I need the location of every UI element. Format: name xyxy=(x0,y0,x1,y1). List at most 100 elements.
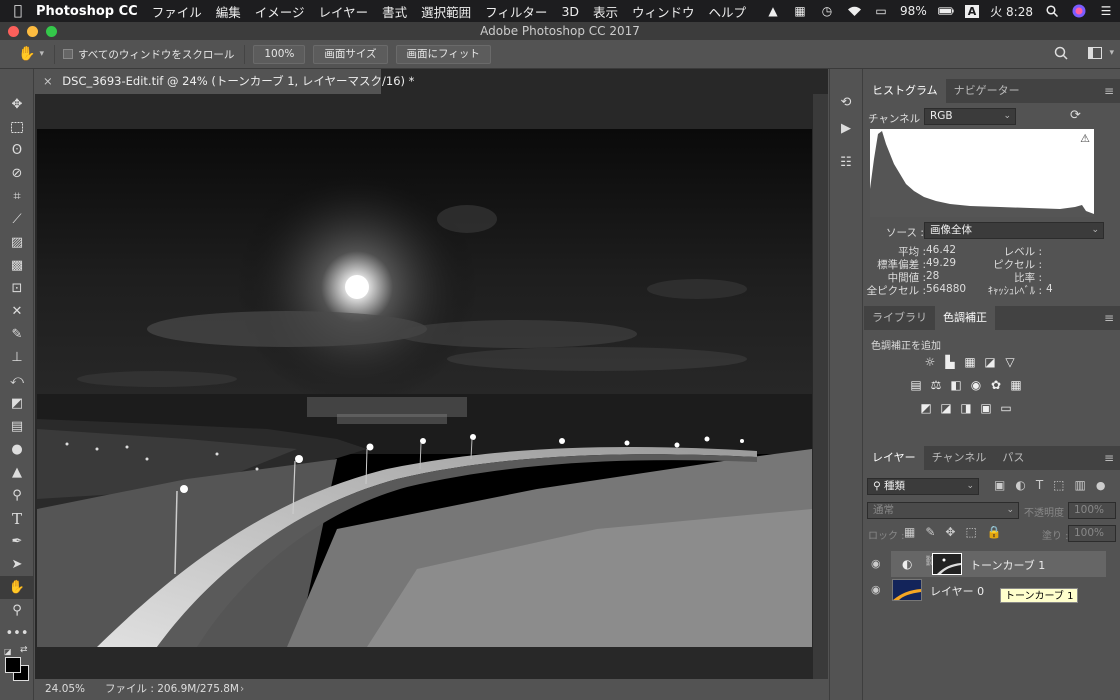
gradient-map-icon[interactable]: ▭ xyxy=(998,400,1014,416)
layer-thumbnail[interactable] xyxy=(892,579,922,601)
crop-tool-icon[interactable]: ⌗ xyxy=(0,185,34,208)
zoom-tool-icon[interactable]: ⚲ xyxy=(0,599,34,622)
zoom-level[interactable]: 24.05% xyxy=(45,679,85,700)
threshold-icon[interactable]: ◨ xyxy=(958,400,974,416)
scroll-all-windows-checkbox[interactable] xyxy=(62,49,73,59)
layer-row[interactable]: ◉ レイヤー 0 xyxy=(864,577,1120,603)
eye-visibility-icon[interactable]: ◉ xyxy=(871,583,881,596)
patch-tool-icon[interactable]: ▩ xyxy=(0,254,34,277)
hand-tool-icon[interactable]: ✋ xyxy=(0,576,34,599)
time-machine-icon[interactable]: ◷ xyxy=(819,4,835,18)
filter-smart-object-icon[interactable]: ▥ xyxy=(1075,478,1086,492)
menu-select[interactable]: 選択範囲 xyxy=(421,2,471,21)
path-selection-tool-icon[interactable]: ➤ xyxy=(0,553,34,576)
panel-menu-icon[interactable]: ≡ xyxy=(1104,311,1114,325)
wifi-icon[interactable] xyxy=(846,4,862,18)
close-document-icon[interactable]: × xyxy=(43,74,53,88)
chevron-down-icon[interactable]: ▾ xyxy=(39,49,44,59)
clone-stamp-tool-icon[interactable]: ⊥ xyxy=(0,346,34,369)
lock-all-icon[interactable]: 🔒 xyxy=(987,525,1002,539)
status-menu-arrow[interactable]: › xyxy=(240,679,244,700)
dodge-tool-icon[interactable]: ⚲ xyxy=(0,484,34,507)
history-panel-icon[interactable]: ⟲ xyxy=(830,89,862,115)
lock-position-icon[interactable]: ✥ xyxy=(945,525,955,539)
invert-icon[interactable]: ◩ xyxy=(918,400,934,416)
close-window-button[interactable] xyxy=(8,26,19,37)
layer-name[interactable]: トーンカーブ 1 xyxy=(970,557,1045,573)
tab-adjustments[interactable]: 色調補正 xyxy=(935,306,995,330)
hand-tool-preset-icon[interactable]: ✋ xyxy=(18,46,35,62)
tab-layers[interactable]: レイヤー xyxy=(864,446,924,470)
fill-field[interactable]: 100% xyxy=(1068,525,1116,542)
fit-screen-button[interactable]: 画面サイズ xyxy=(313,44,388,64)
minimize-window-button[interactable] xyxy=(27,26,38,37)
window-tile-icon[interactable]: ▦ xyxy=(792,4,808,18)
siri-icon[interactable] xyxy=(1071,4,1087,18)
menu-image[interactable]: イメージ xyxy=(255,2,305,21)
image-canvas[interactable] xyxy=(37,129,812,647)
swap-colors-icon[interactable]: ⇄ xyxy=(20,645,28,655)
eyedropper-tool-icon[interactable]: ⟋ xyxy=(0,208,34,231)
menu-file[interactable]: ファイル xyxy=(152,2,202,21)
gradient-tool-icon[interactable]: ▤ xyxy=(0,415,34,438)
drive-icon[interactable]: ▲ xyxy=(765,4,781,18)
tab-histogram[interactable]: ヒストグラム xyxy=(864,79,946,103)
foreground-color-swatch[interactable] xyxy=(5,657,21,673)
default-colors-icon[interactable]: ◪ xyxy=(4,647,12,656)
menu-view[interactable]: 表示 xyxy=(593,2,618,21)
lock-artboard-icon[interactable]: ⬚ xyxy=(965,525,976,539)
clock[interactable]: 火 8:28 xyxy=(990,3,1033,20)
vertical-scrollbar[interactable] xyxy=(813,94,828,679)
brush-tool-icon[interactable]: ✎ xyxy=(0,323,34,346)
channel-select[interactable]: RGB ⌄ xyxy=(924,108,1016,125)
color-balance-icon[interactable]: ⚖ xyxy=(928,377,944,393)
zoom-100-button[interactable]: 100% xyxy=(253,44,306,64)
properties-panel-icon[interactable]: ☷ xyxy=(830,149,862,175)
channel-mixer-icon[interactable]: ✿ xyxy=(988,377,1004,393)
color-lookup-icon[interactable]: ▦ xyxy=(1008,377,1024,393)
blur-tool-icon[interactable]: ● xyxy=(0,438,34,461)
apple-icon[interactable]:  xyxy=(0,3,36,19)
sharpen-tool-icon[interactable]: ▲ xyxy=(0,461,34,484)
layer-filter-select[interactable]: ⚲ 種類 ⌄ xyxy=(867,478,979,495)
eye-visibility-icon[interactable]: ◉ xyxy=(871,557,881,570)
black-white-icon[interactable]: ◧ xyxy=(948,377,964,393)
filter-pixel-icon[interactable]: ▣ xyxy=(994,478,1005,492)
menu-type[interactable]: 書式 xyxy=(382,2,407,21)
puppet-warp-icon[interactable]: ✕ xyxy=(0,300,34,323)
panel-menu-icon[interactable]: ≡ xyxy=(1104,84,1114,98)
opacity-field[interactable]: 100% xyxy=(1068,502,1116,519)
tab-libraries[interactable]: ライブラリ xyxy=(864,306,935,330)
levels-icon[interactable]: ▙ xyxy=(942,354,958,370)
fill-screen-button[interactable]: 画面にフィット xyxy=(395,44,491,64)
lock-transparent-icon[interactable]: ▦ xyxy=(904,525,915,539)
marquee-tool-icon[interactable] xyxy=(0,116,34,139)
exposure-icon[interactable]: ◪ xyxy=(982,354,998,370)
app-menu[interactable]: Photoshop CC xyxy=(36,4,138,19)
healing-brush-tool-icon[interactable]: ▨ xyxy=(0,231,34,254)
airplay-icon[interactable]: ▭ xyxy=(873,4,889,18)
blend-mode-select[interactable]: 通常 ⌄ xyxy=(867,502,1019,519)
tab-channels[interactable]: チャンネル xyxy=(924,446,995,470)
source-select[interactable]: 画像全体 ⌄ xyxy=(924,222,1104,239)
menu-window[interactable]: ウィンドウ xyxy=(632,2,695,21)
brightness-contrast-icon[interactable]: ☼ xyxy=(922,354,938,370)
spotlight-search-icon[interactable] xyxy=(1044,4,1060,18)
tab-navigator[interactable]: ナビゲーター xyxy=(946,79,1028,103)
tab-paths[interactable]: パス xyxy=(994,446,1032,470)
content-aware-move-icon[interactable]: ⊡ xyxy=(0,277,34,300)
vibrance-icon[interactable]: ▽ xyxy=(1002,354,1018,370)
pen-tool-icon[interactable]: ✒ xyxy=(0,530,34,553)
workspace-icon[interactable] xyxy=(1088,47,1102,62)
chevron-down-icon[interactable]: ▾ xyxy=(1109,48,1114,58)
filter-type-icon[interactable]: T xyxy=(1036,478,1043,492)
eraser-tool-icon[interactable]: ◩ xyxy=(0,392,34,415)
posterize-icon[interactable]: ◪ xyxy=(938,400,954,416)
actions-play-icon[interactable]: ▶ xyxy=(830,115,862,141)
curves-icon[interactable]: ▦ xyxy=(962,354,978,370)
lasso-tool-icon[interactable]: ʘ xyxy=(0,139,34,162)
warning-icon[interactable]: ⚠ xyxy=(1080,132,1090,145)
notification-center-icon[interactable]: ☰ xyxy=(1098,4,1114,18)
menu-layer[interactable]: レイヤー xyxy=(319,2,369,21)
refresh-icon[interactable]: ⟳ xyxy=(1070,108,1081,123)
